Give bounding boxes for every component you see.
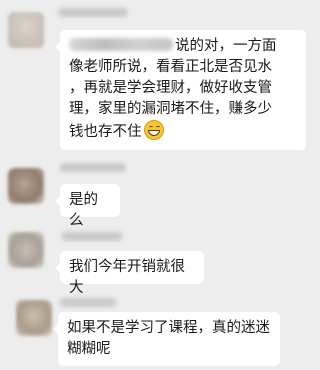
avatar[interactable] xyxy=(8,168,44,204)
sender-name xyxy=(58,8,128,17)
message-text: 像老师所说，看看正北是否见水 xyxy=(69,59,272,75)
message-text: 钱也存不住 xyxy=(69,124,142,140)
message-text: 糊糊呢 xyxy=(67,341,111,357)
message-bubble[interactable]: 是的么 xyxy=(55,184,120,229)
sender-name xyxy=(62,232,122,241)
message-text: 是的么 xyxy=(69,192,98,229)
message-bubble[interactable]: 说的对，一方面 像老师所说，看看正北是否见水 ，再就是学会理财，做好收支管 理，… xyxy=(55,30,306,150)
sender-name xyxy=(60,163,126,172)
message-bubble[interactable]: 我们今年开销就很大 xyxy=(55,251,204,296)
message-bubble[interactable]: 如果不是学习了课程，真的迷迷 糊糊呢 xyxy=(53,312,280,366)
sender-name xyxy=(60,298,116,307)
message-text: 我们今年开销就很大 xyxy=(69,259,185,296)
message-text: 如果不是学习了课程，真的迷迷 xyxy=(67,320,270,336)
avatar[interactable] xyxy=(8,232,44,268)
redacted-text xyxy=(69,38,173,51)
avatar[interactable] xyxy=(16,300,52,336)
message-text: 理，家里的漏洞堵不住，赚多少 xyxy=(69,101,272,117)
grinning-emoji-icon xyxy=(143,120,164,140)
avatar[interactable] xyxy=(8,12,44,48)
message-text: ，再就是学会理财，做好收支管 xyxy=(69,80,272,96)
message-text: 说的对，一方面 xyxy=(175,38,277,54)
